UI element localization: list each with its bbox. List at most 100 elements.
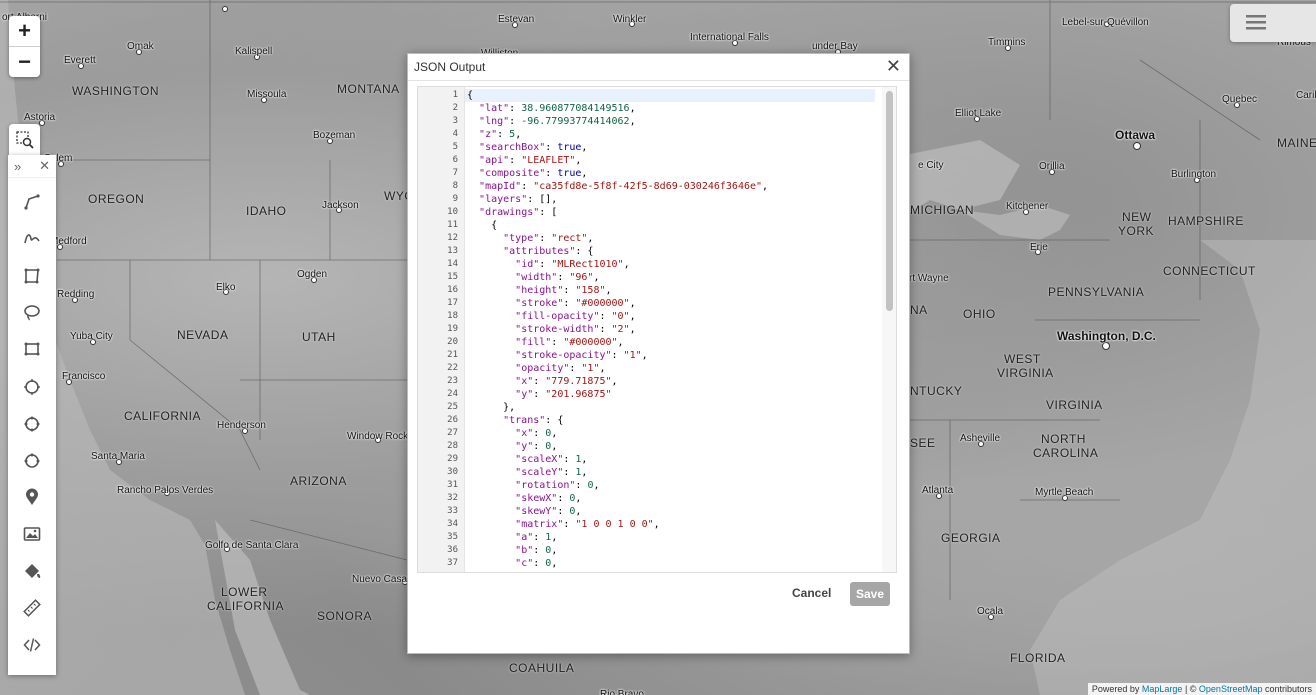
rectangle-icon [24,342,40,356]
line-number: 30 [447,467,458,477]
code-line: "z": 5, [479,129,522,140]
state-label: NTUCKY [910,384,963,398]
code-line: "lat": 38.960877084149516, [479,103,636,114]
city-label: Timmins [988,37,1026,48]
state-label: IDAHO [246,204,287,218]
json-output-tool[interactable] [22,635,42,655]
code-line: }, [467,402,516,413]
code-line: "rotation": 0, [515,480,600,491]
openstreetmap-link[interactable]: OpenStreetMap [1199,684,1263,694]
code-line: "scaleY": 1, [515,467,588,478]
code-line: "x": "779.71875", [515,376,618,387]
line-number: 10 [447,207,458,217]
line-number: 2 [452,103,458,113]
area-search-icon [15,130,34,149]
paint-bucket-icon [25,564,41,578]
freehand-icon [24,234,40,244]
code-line: "stroke-opacity": "1", [515,350,648,361]
code-line: "c": 0, [515,558,558,569]
code-line: "width": "96", [515,272,600,283]
polyline-tool[interactable] [22,192,42,212]
city-label: Kitchener [1006,201,1049,212]
state-label: OREGON [88,192,145,206]
state-label: NEVADA [177,328,229,342]
line-number: 37 [447,558,458,568]
line-number: 33 [447,506,458,516]
state-label: COAHUILA [509,661,575,675]
layers-menu-button[interactable] [1230,4,1316,42]
city-label: under Bay [812,41,858,52]
city-label: Caril [1296,90,1316,101]
line-number: 15 [447,272,458,282]
state-label: MAINE [1277,136,1316,150]
state-label: UTAH [302,330,336,344]
image-tool[interactable] [22,524,42,544]
polygon-icon [24,268,40,284]
map-attribution: Powered by MapLarge | © OpenStreetMap co… [1087,683,1316,695]
line-number: 19 [447,324,458,334]
capital-label: Ottawa [1115,128,1156,142]
city-label: Winkler [613,14,647,25]
ellipse-icon [24,453,40,468]
marker-tool[interactable] [22,487,42,507]
line-number: 16 [447,285,458,295]
line-number: 21 [447,350,458,360]
save-button[interactable]: Save [850,582,890,606]
editor-scroll-thumb[interactable] [886,91,893,311]
circle-tool[interactable] [22,377,42,397]
line-number: 20 [447,337,458,347]
lasso-tool[interactable] [22,302,42,322]
code-icon [23,638,41,652]
dialog-title: JSON Output [414,60,486,74]
code-line: "skewY": 0, [515,506,582,517]
measure-tool[interactable] [22,598,42,618]
code-line: "y": "201.96875" [515,389,612,400]
drawing-toolbar: » ✕ [8,155,56,675]
city-label: Everett [64,55,96,66]
maplarge-link[interactable]: MapLarge [1142,684,1183,694]
close-icon[interactable]: ✕ [886,56,901,77]
line-number: 4 [452,129,458,139]
code-line: "drawings": [ [479,207,558,218]
rectangle-tool[interactable] [22,339,42,359]
line-number: 9 [452,194,458,204]
state-label: GEORGIA [941,531,1001,545]
fill-tool[interactable] [22,562,42,582]
state-label: VIRGINIA [1046,398,1103,412]
capital-label: Washington, D.C. [1057,329,1156,343]
code-line: "id": "MLRect1010", [515,259,630,270]
json-code-editor[interactable]: 1 2 3 4 5 6 7 8 9 10 11 12 13 14 15 16 17 18 19 20 21 22 23 24 2… [417,86,897,573]
cancel-button[interactable]: Cancel [792,586,831,600]
city-label: Francisco [62,371,106,382]
freehand-tool[interactable] [22,228,42,248]
image-icon [23,527,41,541]
zoom-out-button[interactable]: − [9,46,40,77]
state-label: NEW [1122,210,1152,224]
line-number: 29 [447,454,458,464]
radius-circle-icon [24,416,40,432]
state-label: HAMPSHIRE [1168,214,1244,228]
editor-scrollbar[interactable] [882,87,896,572]
code-line: "composite": true, [479,168,588,179]
city-label: Burlington [1171,169,1217,180]
code-line: "stroke": "#000000", [515,298,636,309]
city-label: Redding [57,289,95,300]
line-number: 11 [447,220,458,230]
city-label: Yuba City [70,331,113,342]
state-label: WEST [1004,352,1041,366]
radius-circle-tool[interactable] [22,414,42,434]
close-toolbar-button[interactable]: ✕ [39,158,50,174]
circle-icon [24,379,40,395]
line-number: 17 [447,298,458,308]
collapse-toolbar-button[interactable]: » [14,159,21,174]
line-number: 24 [447,389,458,399]
zoom-control: + − [9,16,40,77]
state-label: SEE [910,436,936,450]
city-label: Omak [127,41,154,52]
ellipse-tool[interactable] [22,451,42,471]
code-line: "fill-opacity": "0", [515,311,636,322]
state-label: CALIFORNIA [124,409,202,423]
zoom-in-button[interactable]: + [9,16,40,46]
area-search-button[interactable] [9,124,40,155]
polygon-tool[interactable] [22,266,42,286]
